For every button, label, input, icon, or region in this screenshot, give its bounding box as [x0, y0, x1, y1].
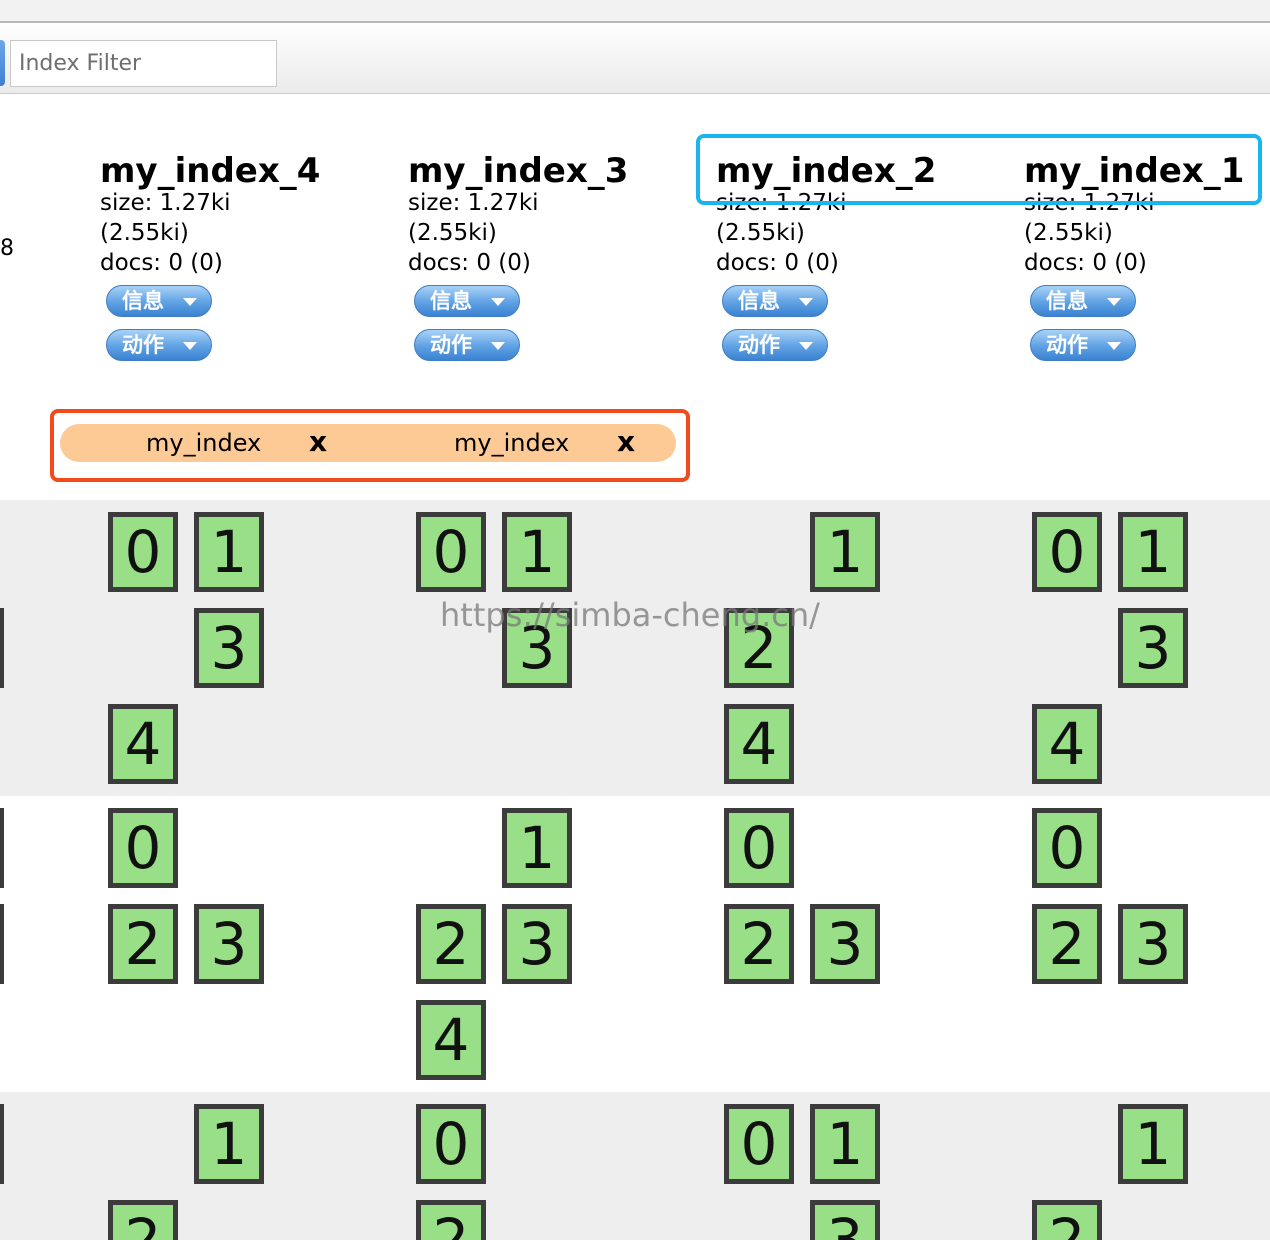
- shard-box[interactable]: 1: [810, 1104, 880, 1184]
- shard-box[interactable]: 3: [194, 904, 264, 984]
- node-edge-marker: [0, 608, 4, 688]
- action-button-label: 动作: [1046, 333, 1088, 357]
- node-edge-marker: [0, 904, 4, 984]
- shard-box[interactable]: 2: [108, 904, 178, 984]
- index-size-total: (2.55ki): [408, 220, 497, 246]
- index-size: size: 1.27ki: [408, 190, 539, 216]
- remove-alias-button[interactable]: x: [617, 424, 635, 462]
- shard-box[interactable]: 3: [502, 904, 572, 984]
- shard-box[interactable]: 2: [724, 608, 794, 688]
- index-column-my-index-1: my_index_1 size: 1.27ki (2.55ki) docs: 0…: [1024, 150, 1270, 278]
- shard-box[interactable]: 1: [810, 512, 880, 592]
- info-dropdown-button[interactable]: 信息: [722, 285, 828, 317]
- index-size-total: (2.55ki): [1024, 220, 1113, 246]
- info-button-label: 信息: [122, 289, 164, 313]
- index-size-total: (2.55ki): [100, 220, 189, 246]
- caret-down-icon: [799, 342, 813, 350]
- alias-bar: my_index x my_index x: [60, 424, 676, 462]
- shard-box[interactable]: 1: [502, 512, 572, 592]
- shard-box[interactable]: 4: [1032, 704, 1102, 784]
- index-name: my_index_4: [100, 151, 321, 191]
- shard-box[interactable]: 4: [724, 704, 794, 784]
- caret-down-icon: [183, 342, 197, 350]
- shard-box[interactable]: 0: [108, 808, 178, 888]
- shard-box[interactable]: 4: [108, 704, 178, 784]
- info-button-label: 信息: [1046, 289, 1088, 313]
- info-dropdown-button[interactable]: 信息: [1030, 285, 1136, 317]
- shard-box[interactable]: 1: [1118, 512, 1188, 592]
- shard-box[interactable]: 0: [1032, 512, 1102, 592]
- index-name: my_index_3: [408, 151, 629, 191]
- caret-down-icon: [183, 298, 197, 306]
- index-filter-input[interactable]: [10, 40, 277, 87]
- shard-box[interactable]: 0: [1032, 808, 1102, 888]
- shard-box[interactable]: 1: [1118, 1104, 1188, 1184]
- shard-box[interactable]: 2: [1032, 904, 1102, 984]
- index-name: my_index_2: [716, 151, 937, 191]
- info-dropdown-button[interactable]: 信息: [106, 285, 212, 317]
- index-docs: docs: 0 (0): [716, 250, 839, 276]
- shard-box[interactable]: 0: [724, 1104, 794, 1184]
- action-button-label: 动作: [122, 333, 164, 357]
- index-docs: docs: 0 (0): [408, 250, 531, 276]
- index-column-my-index-2: my_index_2 size: 1.27ki (2.55ki) docs: 0…: [716, 150, 1016, 278]
- index-column-my-index-4: my_index_4 size: 1.27ki (2.55ki) docs: 0…: [100, 150, 400, 278]
- toolbar-button-edge[interactable]: [0, 40, 5, 86]
- index-size-total: (2.55ki): [716, 220, 805, 246]
- caret-down-icon: [1107, 298, 1121, 306]
- shard-box[interactable]: 4: [416, 1000, 486, 1080]
- shard-box[interactable]: 2: [108, 1200, 178, 1240]
- action-dropdown-button[interactable]: 动作: [106, 329, 212, 361]
- remove-alias-button[interactable]: x: [309, 424, 327, 462]
- action-button-label: 动作: [430, 333, 472, 357]
- shard-box[interactable]: 2: [1032, 1200, 1102, 1240]
- shard-box[interactable]: 1: [194, 512, 264, 592]
- info-button-label: 信息: [430, 289, 472, 313]
- index-docs: docs: 0 (0): [100, 250, 223, 276]
- node-count-label: 8: [0, 236, 14, 261]
- alias-label: my_index: [146, 429, 262, 457]
- action-dropdown-button[interactable]: 动作: [722, 329, 828, 361]
- shard-box[interactable]: 0: [724, 808, 794, 888]
- shard-box[interactable]: 3: [194, 608, 264, 688]
- action-dropdown-button[interactable]: 动作: [1030, 329, 1136, 361]
- info-dropdown-button[interactable]: 信息: [414, 285, 520, 317]
- shard-box[interactable]: 0: [416, 1104, 486, 1184]
- caret-down-icon: [491, 342, 505, 350]
- shard-box[interactable]: 1: [194, 1104, 264, 1184]
- shard-box[interactable]: 3: [1118, 904, 1188, 984]
- index-column-my-index-3: my_index_3 size: 1.27ki (2.55ki) docs: 0…: [408, 150, 708, 278]
- node-edge-marker: [0, 808, 4, 888]
- shard-box[interactable]: 1: [502, 808, 572, 888]
- shard-box[interactable]: 2: [416, 1200, 486, 1240]
- caret-down-icon: [799, 298, 813, 306]
- index-name: my_index_1: [1024, 151, 1245, 191]
- shard-box[interactable]: 3: [810, 1200, 880, 1240]
- info-button-label: 信息: [738, 289, 780, 313]
- top-toolbar: [0, 0, 1270, 23]
- shard-box[interactable]: 2: [724, 904, 794, 984]
- node-edge-marker: [0, 1104, 4, 1184]
- action-button-label: 动作: [738, 333, 780, 357]
- filter-bar: [0, 23, 1270, 94]
- shard-box[interactable]: 3: [502, 608, 572, 688]
- action-dropdown-button[interactable]: 动作: [414, 329, 520, 361]
- shard-box[interactable]: 3: [810, 904, 880, 984]
- shard-box[interactable]: 3: [1118, 608, 1188, 688]
- index-size: size: 1.27ki: [1024, 190, 1155, 216]
- shard-box[interactable]: 0: [416, 512, 486, 592]
- shard-box[interactable]: 2: [416, 904, 486, 984]
- caret-down-icon: [491, 298, 505, 306]
- shard-box[interactable]: 0: [108, 512, 178, 592]
- index-docs: docs: 0 (0): [1024, 250, 1147, 276]
- alias-label: my_index: [454, 429, 570, 457]
- index-size: size: 1.27ki: [716, 190, 847, 216]
- index-size: size: 1.27ki: [100, 190, 231, 216]
- caret-down-icon: [1107, 342, 1121, 350]
